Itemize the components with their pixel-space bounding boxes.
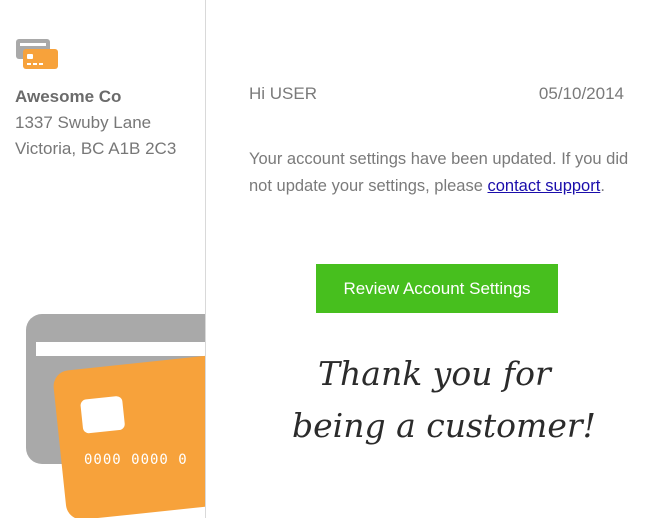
address-line-1: 1337 Swuby Lane xyxy=(15,113,152,132)
orange-card xyxy=(53,352,205,518)
greeting: Hi USER xyxy=(249,84,318,103)
credit-card-logo-icon xyxy=(16,39,58,69)
card-number: 0000 0000 0 xyxy=(84,452,188,468)
credit-cards-illustration xyxy=(26,314,205,518)
message-end: . xyxy=(600,176,605,195)
review-account-settings-button[interactable]: Review Account Settings xyxy=(316,264,558,313)
message-body: Your account settings have been updated.… xyxy=(249,146,629,199)
email-date: 05/10/2014 xyxy=(538,84,624,103)
signoff-line-1: Thank you for xyxy=(318,354,551,393)
card-chip xyxy=(80,396,125,434)
signoff-line-2: being a customer! xyxy=(292,406,596,445)
address-line-2: Victoria, BC A1B 2C3 xyxy=(15,139,177,158)
company-name: Awesome Co xyxy=(15,87,122,106)
column-divider xyxy=(205,0,206,518)
sidebar: Awesome Co 1337 Swuby Lane Victoria, BC … xyxy=(0,0,205,518)
signoff: Thank you for being a customer! xyxy=(288,350,598,470)
company-address: Awesome Co 1337 Swuby Lane Victoria, BC … xyxy=(15,84,200,162)
contact-support-link[interactable]: contact support xyxy=(488,177,601,195)
